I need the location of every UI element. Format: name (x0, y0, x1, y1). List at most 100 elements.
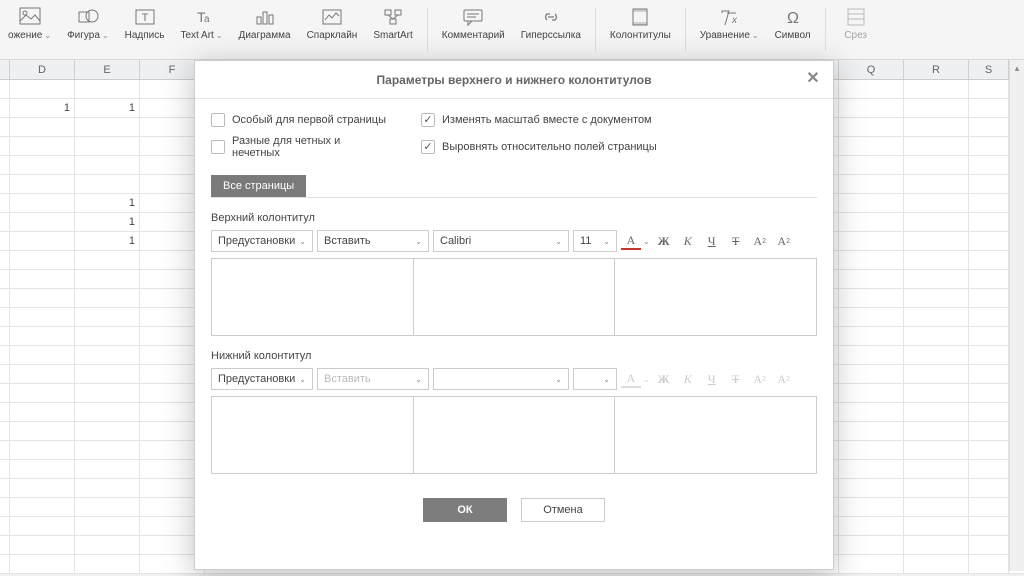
cell[interactable] (0, 80, 10, 99)
cell[interactable] (10, 460, 75, 479)
cell[interactable] (75, 422, 140, 441)
cell[interactable] (75, 384, 140, 403)
cell[interactable] (839, 460, 904, 479)
cell[interactable] (969, 460, 1009, 479)
cell[interactable] (839, 498, 904, 517)
cell[interactable] (969, 194, 1009, 213)
col-header[interactable]: R (904, 60, 969, 79)
cell[interactable] (10, 175, 75, 194)
cell[interactable] (10, 441, 75, 460)
cell[interactable]: 1 (10, 99, 75, 118)
ribbon-shape[interactable]: Фигура⌄ (59, 4, 117, 55)
cell[interactable] (904, 175, 969, 194)
cell[interactable] (839, 156, 904, 175)
cell[interactable] (969, 80, 1009, 99)
ribbon-headers[interactable]: Колонтитулы (602, 4, 679, 55)
cell[interactable] (75, 365, 140, 384)
cancel-button[interactable]: Отмена (521, 498, 605, 522)
cell[interactable]: 1 (75, 213, 140, 232)
cell[interactable] (10, 517, 75, 536)
subscript-icon[interactable]: A2 (750, 231, 770, 251)
cell[interactable] (10, 232, 75, 251)
cell[interactable] (10, 403, 75, 422)
cell[interactable] (904, 346, 969, 365)
cell[interactable] (0, 517, 10, 536)
cell[interactable] (0, 498, 10, 517)
scroll-up-icon[interactable]: ▴ (1010, 61, 1024, 76)
cell[interactable] (75, 156, 140, 175)
cell[interactable] (10, 156, 75, 175)
cell[interactable] (904, 441, 969, 460)
cell[interactable] (969, 346, 1009, 365)
col-header[interactable]: E (75, 60, 140, 79)
cell[interactable] (969, 251, 1009, 270)
cell[interactable] (0, 194, 10, 213)
cell[interactable] (10, 118, 75, 137)
col-header[interactable]: D (10, 60, 75, 79)
cell[interactable] (839, 441, 904, 460)
cell[interactable] (75, 346, 140, 365)
cell[interactable] (75, 137, 140, 156)
cell[interactable] (904, 308, 969, 327)
ribbon-smartart[interactable]: SmartArt (365, 4, 420, 55)
cell[interactable] (0, 270, 10, 289)
footer-font-select[interactable]: ⌄ (433, 368, 569, 390)
cell[interactable] (904, 498, 969, 517)
ok-button[interactable]: ОК (423, 498, 507, 522)
cell[interactable] (0, 422, 10, 441)
cell[interactable] (839, 232, 904, 251)
check-scale[interactable]: Изменять масштаб вместе с документом (421, 113, 652, 127)
cell[interactable] (0, 137, 10, 156)
cell[interactable] (10, 270, 75, 289)
strike-icon[interactable]: Т (726, 231, 746, 251)
cell[interactable] (10, 289, 75, 308)
cell[interactable] (75, 327, 140, 346)
cell[interactable] (0, 213, 10, 232)
cell[interactable] (969, 384, 1009, 403)
cell[interactable] (839, 308, 904, 327)
cell[interactable] (75, 80, 140, 99)
cell[interactable]: 1 (75, 99, 140, 118)
cell[interactable] (969, 232, 1009, 251)
header-size-select[interactable]: 11⌄ (573, 230, 617, 252)
cell[interactable] (75, 308, 140, 327)
col-header[interactable]: S (969, 60, 1009, 79)
cell[interactable] (10, 80, 75, 99)
cell[interactable] (10, 384, 75, 403)
cell[interactable] (969, 270, 1009, 289)
cell[interactable] (839, 213, 904, 232)
ribbon-symbol[interactable]: ΩСимвол (767, 4, 819, 55)
cell[interactable] (904, 137, 969, 156)
ribbon-sparkline[interactable]: Спарклайн (299, 4, 366, 55)
cell[interactable] (969, 308, 1009, 327)
cell[interactable]: 1 (75, 194, 140, 213)
cell[interactable] (839, 536, 904, 555)
header-right-cell[interactable] (615, 259, 816, 335)
cell[interactable] (969, 498, 1009, 517)
cell[interactable] (904, 289, 969, 308)
cell[interactable] (75, 403, 140, 422)
superscript-icon[interactable]: A2 (774, 231, 794, 251)
cell[interactable] (969, 137, 1009, 156)
cell[interactable] (0, 460, 10, 479)
check-align[interactable]: Выровнять относительно полей страницы (421, 135, 657, 159)
ribbon-comment[interactable]: Комментарий (434, 4, 513, 55)
cell[interactable] (0, 308, 10, 327)
cell[interactable] (75, 479, 140, 498)
ribbon-textart[interactable]: TaText Art⌄ (172, 4, 230, 55)
font-color-icon[interactable]: A (621, 232, 641, 250)
vertical-scrollbar[interactable]: ▴ (1009, 61, 1024, 571)
cell[interactable] (839, 346, 904, 365)
cell[interactable] (0, 555, 10, 574)
cell[interactable] (904, 536, 969, 555)
cell[interactable] (969, 479, 1009, 498)
cell[interactable] (839, 289, 904, 308)
cell[interactable] (839, 422, 904, 441)
cell[interactable] (0, 441, 10, 460)
cell[interactable] (839, 479, 904, 498)
cell[interactable] (904, 327, 969, 346)
cell[interactable] (904, 99, 969, 118)
cell[interactable] (0, 289, 10, 308)
cell[interactable] (904, 270, 969, 289)
cell[interactable] (75, 175, 140, 194)
